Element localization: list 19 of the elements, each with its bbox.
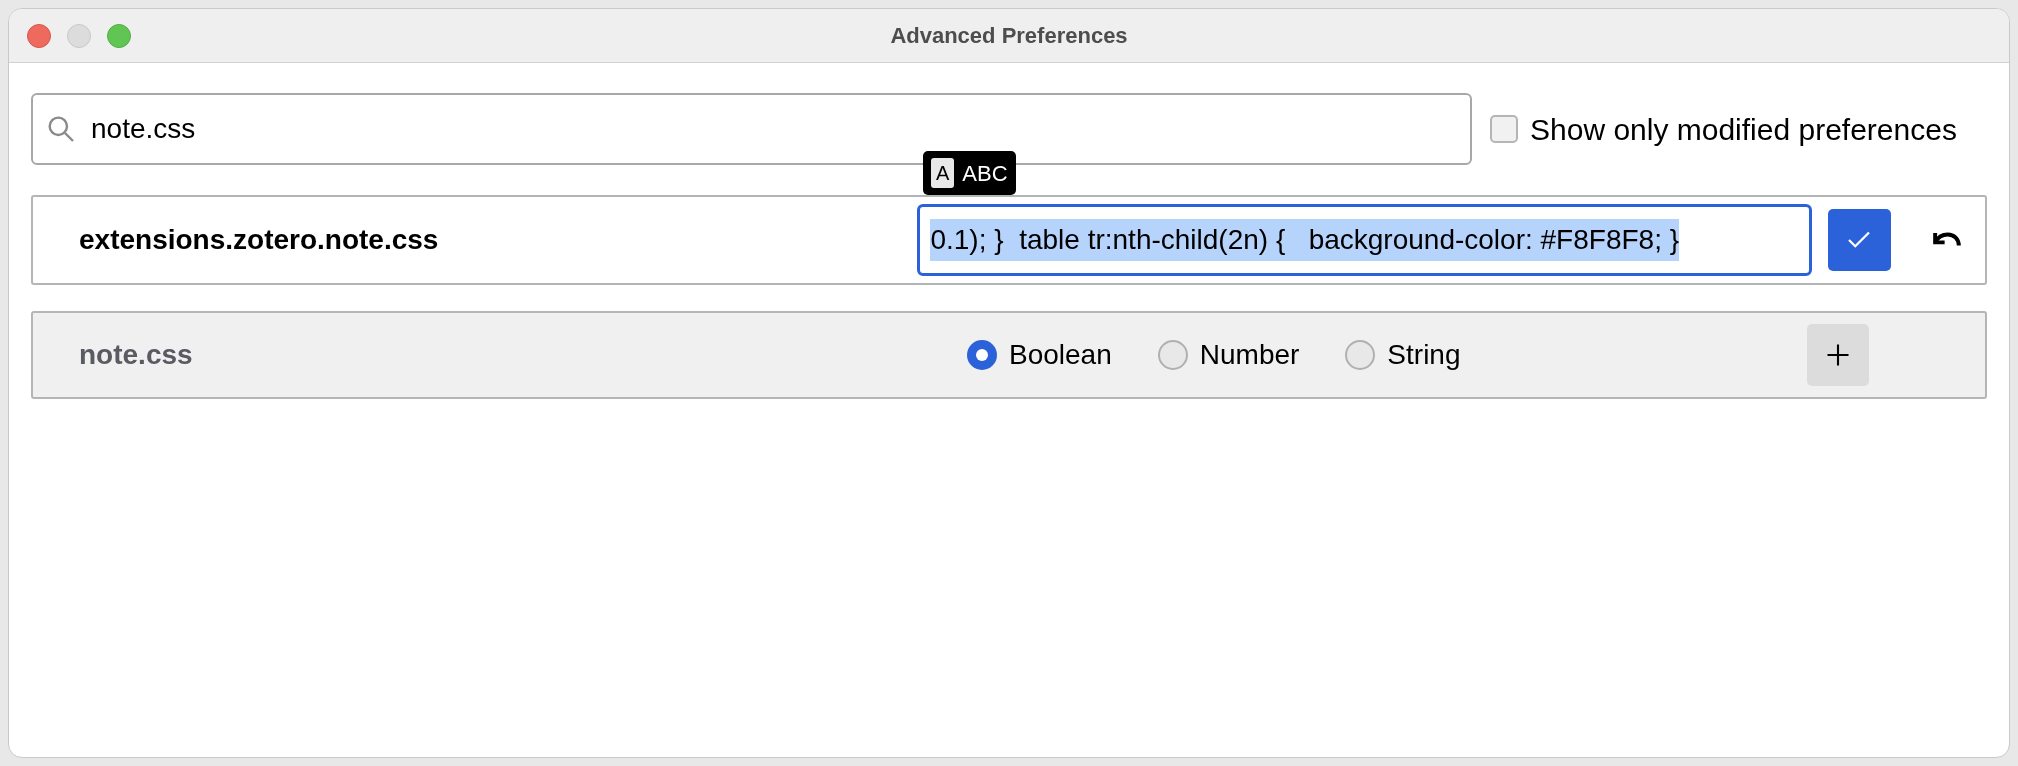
new-preference-name: note.css [79, 338, 194, 372]
add-button[interactable] [1807, 324, 1869, 386]
search-field[interactable]: note.css [31, 93, 1472, 165]
window-title: Advanced Preferences [890, 22, 1128, 50]
checkbox[interactable] [1490, 115, 1518, 143]
value-text: 0.1); } table tr:nth-child(2n) { background-color: #F8F8F8; } [930, 219, 1680, 261]
radio-button[interactable] [1345, 340, 1376, 370]
value-field[interactable]: 0.1); } table tr:nth-child(2n) { background-color: #F8F8F8; } [917, 204, 1812, 276]
checkbox-label: Show only modified preferences [1530, 111, 1957, 148]
close-button[interactable] [27, 23, 51, 48]
radio-label: String [1387, 338, 1461, 372]
zoom-button[interactable] [107, 23, 131, 48]
confirm-button[interactable] [1827, 209, 1892, 271]
radio-button[interactable] [967, 340, 997, 370]
radio-button[interactable] [1157, 340, 1188, 370]
input-key: A [931, 158, 955, 188]
radio-label: Boolean [1009, 338, 1112, 372]
preference-name: extensions.zotero.note.css [79, 223, 440, 257]
radio-label: Number [1199, 338, 1300, 372]
